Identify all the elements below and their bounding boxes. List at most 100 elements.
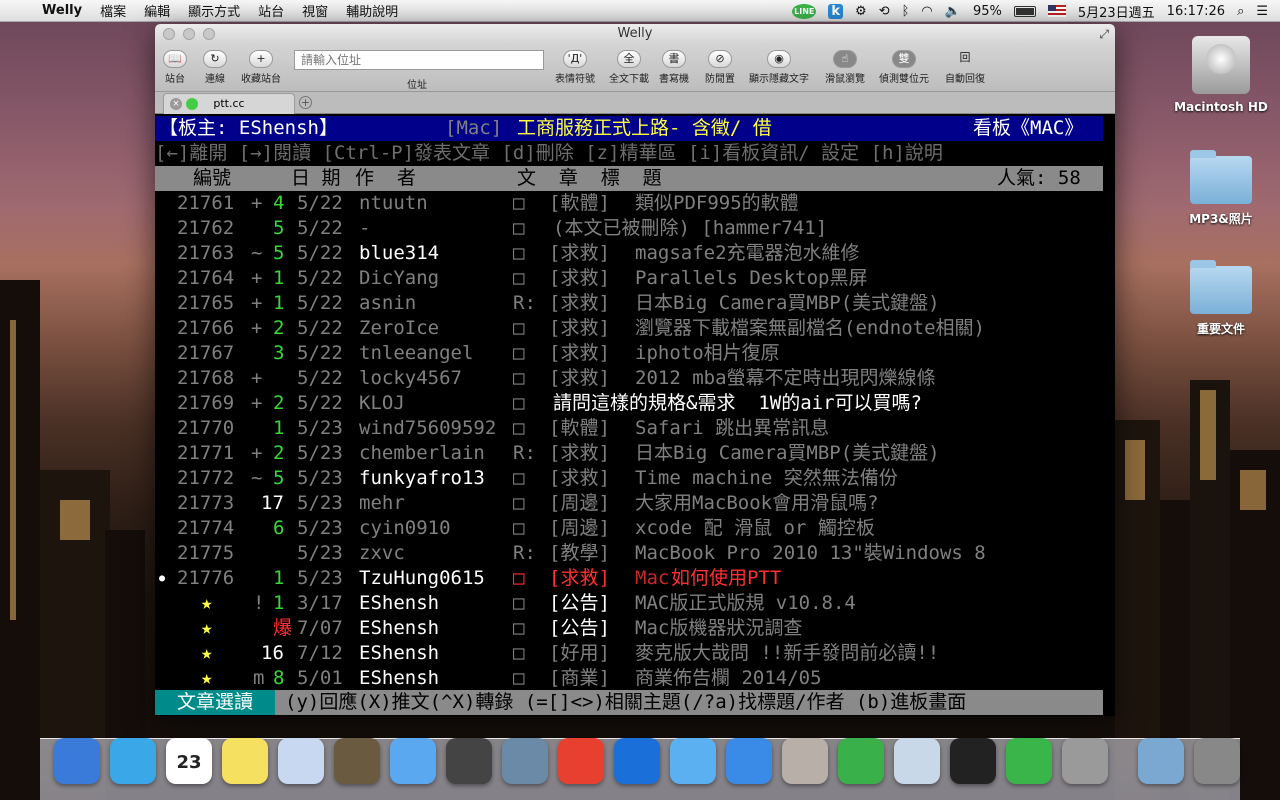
dock-system-preferences-icon[interactable] xyxy=(1062,738,1108,784)
post-row[interactable]: 21768 +5/22 locky4567 □ [求救] 2012 mba螢幕不定時出現閃… xyxy=(155,366,1103,391)
post-row[interactable]: 21772 ~5 5/23 funkyafro13 □ [求救] Time machine … xyxy=(155,466,1103,491)
post-row[interactable]: 21771 +2 5/23 chemberlain R: [求救] 日本Big Camera… xyxy=(155,441,1103,466)
post-row[interactable]: 21775 5/23 zxvc R: [教學] MacBook Pro 2010 13"裝… xyxy=(155,541,1103,566)
dock-finder-icon[interactable] xyxy=(54,738,100,784)
post-push: 2 xyxy=(273,442,285,464)
kindle-status-icon[interactable]: k xyxy=(828,3,844,19)
post-row[interactable]: 21773 17 5/23 mehr □ [周邊] 大家用MacBook會用滑鼠嗎? xyxy=(155,491,1103,516)
menu-edit[interactable]: 編輯 xyxy=(144,1,170,20)
emoticon-button[interactable]: 'Д' 表情符號 xyxy=(555,50,595,85)
detect-double-byte-button[interactable]: 雙偵測雙位元 xyxy=(879,50,929,85)
post-author: zxvc xyxy=(359,542,405,564)
sites-button[interactable]: 📖 站台 xyxy=(163,50,187,85)
battery-icon[interactable] xyxy=(1013,5,1036,17)
show-hidden-text-button[interactable]: ◉ 顯示隱藏文字 xyxy=(749,50,809,85)
notification-center-icon[interactable]: ☰ xyxy=(1256,4,1268,19)
spotlight-search-icon[interactable]: ⌕ xyxy=(1237,4,1244,19)
post-mark: + xyxy=(251,442,263,464)
clock-display[interactable]: 16:17:26 xyxy=(1167,4,1225,19)
bbs-terminal[interactable]: 【板主: EShensh】 [Mac] 工商服務正式上路- 含徵/ 借 看板《M… xyxy=(155,116,1115,716)
post-row[interactable]: ★ 16 7/12 EShensh □ [好用] 麥克版大哉問 !!新手發問前必讀!! xyxy=(155,641,1103,666)
time-machine-icon[interactable]: ⟲ xyxy=(879,4,890,19)
dock-evernote-icon[interactable] xyxy=(838,738,884,784)
volume-icon[interactable]: 🔈 xyxy=(945,4,961,19)
dock-line-icon[interactable] xyxy=(1006,738,1052,784)
menu-site[interactable]: 站台 xyxy=(258,1,284,20)
download-all-button[interactable]: 全全文下載 xyxy=(609,50,649,85)
post-row[interactable]: 21770 1 5/23 wind75609592 □ [軟體] Safari 跳出異常訊息 xyxy=(155,416,1103,441)
dock-word-icon[interactable] xyxy=(614,738,660,784)
post-row[interactable]: 21767 3 5/22 tnleeangel □ [求救] iphoto相片復原 xyxy=(155,341,1103,366)
column-header: 編號 日 期 作 者 文 章 標 題 人氣: 58 xyxy=(155,166,1103,191)
dock-facetime-icon[interactable] xyxy=(446,738,492,784)
post-row[interactable]: 21769 +2 5/22 KLOJ □ 請問這樣的規格&需求 1W的air可以買嗎? xyxy=(155,391,1103,416)
post-cat: [求救] xyxy=(549,467,610,489)
bookmark-site-button[interactable]: + 收藏站台 xyxy=(241,50,281,85)
app-menu[interactable]: Welly xyxy=(42,3,82,18)
mouse-browse-button[interactable]: ☝ 滑鼠瀏覽 xyxy=(825,50,865,85)
post-row[interactable]: ★! 1 3/17 EShensh □ [公告] MAC版正式版規 v10.8.4 xyxy=(155,591,1103,616)
anti-idle-button[interactable]: ⊘ 防閒置 xyxy=(705,50,735,85)
dock-iphoto-icon[interactable] xyxy=(502,738,548,784)
zoom-window-button[interactable] xyxy=(203,28,215,40)
tab-ptt[interactable]: × ptt.cc xyxy=(163,93,295,114)
desktop-icon-mp3-photos[interactable]: MP3&照片 xyxy=(1166,150,1276,227)
dock-qq-icon[interactable] xyxy=(950,738,996,784)
line-status-icon[interactable]: LINE xyxy=(792,3,817,19)
close-tab-icon[interactable]: × xyxy=(170,98,182,110)
post-row[interactable]: 21761 +4 5/22 ntuutn □ [軟體] 類似PDF995的軟體 xyxy=(155,191,1103,216)
menu-help[interactable]: 輔助說明 xyxy=(346,1,398,20)
close-window-button[interactable] xyxy=(163,28,175,40)
menu-view[interactable]: 顯示方式 xyxy=(188,1,240,20)
post-row[interactable]: ★ 爆 7/07 EShensh □ [公告] Mac版機器狀況調查 xyxy=(155,616,1103,641)
post-row[interactable]: ★ m 8 5/01 EShensh □ [商業] 商業佈告欄 2014/05 xyxy=(155,666,1103,691)
dock-messages-icon[interactable] xyxy=(390,738,436,784)
flag-icon[interactable] xyxy=(1047,5,1066,17)
post-row[interactable]: 21765 +1 5/22 asnin R: [求救] 日本Big Camera買MBP(美… xyxy=(155,291,1103,316)
dock-xcode-icon[interactable] xyxy=(894,738,940,784)
post-title: magsafe2充電器泡水維修 xyxy=(635,242,860,264)
dock-kindle-icon[interactable] xyxy=(782,738,828,784)
minimize-window-button[interactable] xyxy=(183,28,195,40)
post-row[interactable]: 21766 +2 5/22 ZeroIce □ [求救] 瀏覽器下載檔案無副檔名(endno… xyxy=(155,316,1103,341)
wrench-icon[interactable]: ⚙ xyxy=(855,4,867,19)
auto-reply-icon: 回 xyxy=(959,51,971,64)
dock-app-store-icon[interactable] xyxy=(726,738,772,784)
post-row[interactable]: 21763 ~5 5/22 blue314 □ [求救] magsafe2充電器泡水維修 xyxy=(155,241,1103,266)
menu-window[interactable]: 視窗 xyxy=(302,1,328,20)
dock-mail-icon[interactable] xyxy=(334,738,380,784)
dock-trash-icon[interactable] xyxy=(1194,738,1240,784)
desktop-icon-macintosh-hd[interactable]: Macintosh HD xyxy=(1166,36,1276,114)
post-row[interactable]: 21762 5 5/22- □ (本文已被刪除) [hammer741] xyxy=(155,216,1103,241)
post-cat: [教學] xyxy=(549,542,610,564)
dock-calendar-icon[interactable]: 23 xyxy=(166,738,212,784)
auto-reply-button[interactable]: 回自動回復 xyxy=(945,50,985,85)
bluetooth-icon[interactable]: ᛒ xyxy=(902,4,910,19)
date-display[interactable]: 5月23日週五 xyxy=(1078,2,1155,21)
wifi-icon[interactable]: ◠ xyxy=(921,4,932,19)
dock-downloads-icon[interactable] xyxy=(1138,738,1184,784)
desktop-icon-important-docs[interactable]: 重要文件 xyxy=(1166,260,1276,337)
post-mark: + xyxy=(251,317,263,339)
menu-file[interactable]: 檔案 xyxy=(100,1,126,20)
composer-button[interactable]: 書書寫機 xyxy=(659,50,689,85)
post-push: 1 xyxy=(273,292,285,314)
connect-button[interactable]: ↻ 連線 xyxy=(203,50,227,85)
dock-chrome-icon[interactable] xyxy=(558,738,604,784)
fullscreen-icon[interactable]: ⤢ xyxy=(1099,24,1109,44)
post-box: □ xyxy=(513,517,525,539)
dock-safari-icon[interactable] xyxy=(110,738,156,784)
dock-itunes-icon[interactable] xyxy=(670,738,716,784)
post-row[interactable]: 21774 6 5/23 cyin0910 □ [周邊] xcode 配 滑鼠 or 觸控板 xyxy=(155,516,1103,541)
post-mark: ~ xyxy=(251,467,263,489)
new-tab-icon[interactable]: + xyxy=(299,96,312,109)
dock-stickies-icon[interactable] xyxy=(222,738,268,784)
post-row[interactable]: 21764 +1 5/22 DicYang □ [求救] Parallels Desktop… xyxy=(155,266,1103,291)
battery-percent[interactable]: 95% xyxy=(973,4,1002,19)
dock-preview-icon[interactable] xyxy=(278,738,324,784)
title-bar[interactable]: Welly ⤢ xyxy=(155,24,1115,44)
address-input[interactable] xyxy=(294,50,544,70)
footer-bar: 文章選讀 (y)回應(X)推文(^X)轉錄 (=[]<>)相關主題(/?a)找標… xyxy=(155,690,1103,715)
post-row[interactable]: 21776 1 5/23 TzuHung0615 □ [求救] Mac 如何使用PTT ● xyxy=(155,566,1103,591)
post-title: MAC版正式版規 v10.8.4 xyxy=(635,592,856,614)
